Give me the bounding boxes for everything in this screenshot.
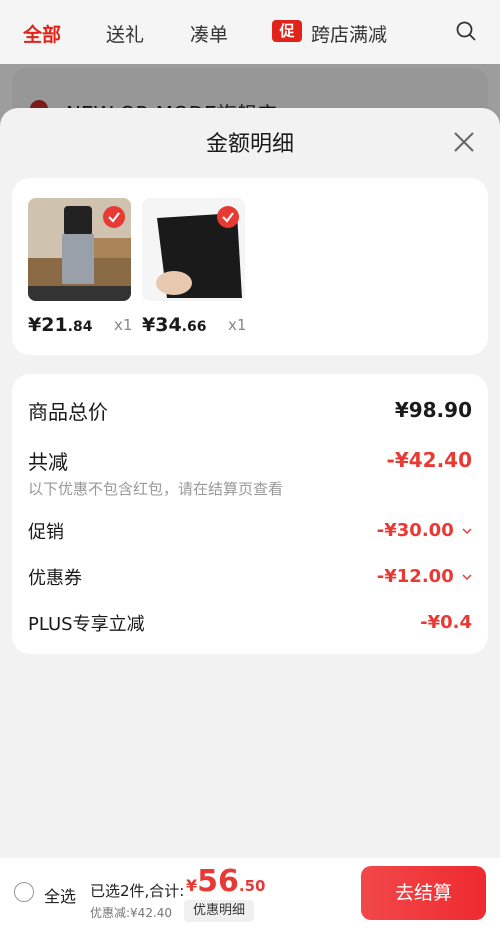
plus-discount-label: PLUS专享立减 <box>28 614 145 635</box>
total-int: 56 <box>197 864 239 899</box>
close-icon[interactable] <box>452 130 476 154</box>
select-all-radio[interactable] <box>14 882 34 902</box>
promo-badge: 促 <box>272 20 302 42</box>
price-int: ¥34 <box>142 314 182 336</box>
product-price-1: ¥21.84 <box>28 314 92 336</box>
product-image-2[interactable] <box>142 198 245 301</box>
reduce-note: 以下优惠不包含红包，请在结算页查看 <box>28 480 284 498</box>
price-summary-card: 商品总价 ¥98.90 共减 -¥42.40 以下优惠不包含红包，请在结算页查看… <box>12 374 488 654</box>
product-qty-1: x1 <box>114 316 133 334</box>
promo-value: -¥30.00 <box>376 520 454 541</box>
total-reduce-label: 共减 <box>28 450 68 474</box>
tab-all[interactable]: 全部 <box>23 20 61 47</box>
selected-summary: 已选2件,合计: <box>90 882 185 900</box>
amount-detail-sheet: 金额明细 ¥21.84 x1 ¥34.66 x1 商品总价 ¥98.90 共减 … <box>0 108 500 932</box>
promo-label: 促销 <box>28 522 64 543</box>
checkout-button[interactable]: 去结算 <box>361 866 486 920</box>
product-qty-2: x1 <box>228 316 247 334</box>
sheet-title: 金额明细 <box>205 132 294 157</box>
product-price-2: ¥34.66 <box>142 314 206 336</box>
price-int: ¥21 <box>28 314 68 336</box>
price-dec: .66 <box>181 319 207 335</box>
discount-detail-button[interactable]: 优惠明细 <box>184 900 254 922</box>
chevron-down-icon <box>462 528 472 535</box>
total-price-value: ¥98.90 <box>394 398 472 422</box>
total-dec: .50 <box>238 877 266 895</box>
coupon-value: -¥12.00 <box>376 566 454 587</box>
select-all-label[interactable]: 全选 <box>44 883 76 907</box>
product-image-1[interactable] <box>28 198 131 301</box>
promo-row[interactable]: -¥30.00 <box>377 520 472 541</box>
search-icon[interactable] <box>456 21 476 41</box>
top-tab-bar: 全部 送礼 凑单 促 跨店满减 <box>0 0 500 64</box>
coupon-label: 优惠券 <box>28 568 82 589</box>
total-reduce-value: -¥42.40 <box>386 448 472 472</box>
price-dec: .84 <box>67 319 93 335</box>
tab-cross-store-discount[interactable]: 跨店满减 <box>311 20 387 47</box>
total-amount: ¥56.50 <box>186 864 265 899</box>
selected-check-icon <box>103 206 125 228</box>
plus-discount-value: -¥0.4 <box>420 612 472 633</box>
total-price-label: 商品总价 <box>28 400 108 424</box>
selected-check-icon <box>217 206 239 228</box>
chevron-down-icon <box>462 574 472 581</box>
coupon-row[interactable]: -¥12.00 <box>377 566 472 587</box>
tab-gift[interactable]: 送礼 <box>106 20 144 47</box>
tab-combine[interactable]: 凑单 <box>190 20 228 47</box>
total-currency: ¥ <box>186 876 198 895</box>
products-card: ¥21.84 x1 ¥34.66 x1 <box>12 178 488 355</box>
discount-summary: 优惠减:¥42.40 <box>90 906 173 920</box>
checkout-bar: 全选 已选2件,合计: ¥56.50 优惠减:¥42.40 优惠明细 去结算 <box>0 858 500 932</box>
